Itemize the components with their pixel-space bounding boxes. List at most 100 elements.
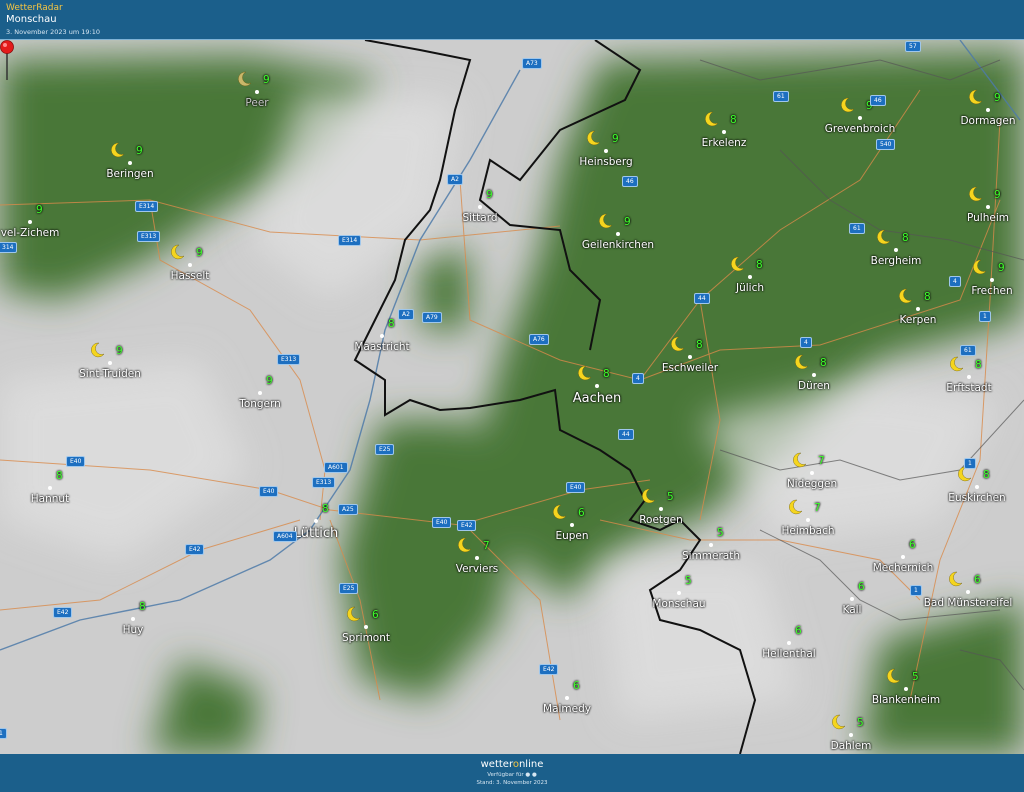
availability-text: Verfügbar für [487,772,524,778]
road-badge-a604: A604 [273,531,297,542]
city-name: Blankenheim [871,694,941,706]
logo-prefix: wetter [480,759,513,770]
city-name: Hellenthal [762,648,816,660]
road-badge-e42a: E42 [457,520,477,531]
city-temperature: 8 [924,291,931,303]
city-name: Sprimont [342,632,390,644]
city-temperature: 7 [814,502,821,514]
city-temperature: 6 [974,574,981,586]
availability-line: Verfügbar für ● ● [0,772,1024,778]
city-name: Heimbach [781,525,835,537]
road-badge-r4b: 4 [800,337,812,348]
city-marker [258,391,262,395]
city-temperature: 9 [612,133,619,145]
city-name: Aachen [572,391,622,406]
road-badge-a601: A601 [324,462,348,473]
brand-title: WetterRadar [6,3,63,13]
city-name: Mechernich [872,562,934,574]
road-badge-e314a: E314 [135,201,159,212]
road-badge-e313c: E313 [312,477,336,488]
city-marker [787,641,791,645]
road-badge-e40d: E40 [432,517,452,528]
city-name: Dormagen [960,115,1016,127]
crescent-moon-icon [949,571,963,587]
city-marker [806,518,810,522]
crescent-moon-icon [731,256,745,272]
crescent-moon-icon [238,71,252,87]
city-temperature: 9 [998,262,1005,274]
city-marker [916,307,920,311]
city-marker [314,519,318,523]
road-badge-r540: 540 [876,139,896,150]
city-name: Sittard [462,212,498,224]
city-name: Huy [122,624,144,636]
city-marker [850,597,854,601]
city-name: Roetgen [639,514,683,526]
road-badge-e314b: E314 [338,235,362,246]
city-name: Verviers [455,563,499,575]
road-badge-r61b: 61 [849,223,865,234]
city-name: Monschau [652,598,706,610]
road-badge-r61c: 61 [960,345,976,356]
city-marker [904,687,908,691]
city-temperature: 9 [486,189,493,201]
crescent-moon-icon [587,130,601,146]
crescent-moon-icon [887,668,901,684]
wetteronline-logo[interactable]: wetteronline [0,759,1024,770]
city-marker [894,248,898,252]
stand-line: Stand: 3. November 2023 [476,780,548,786]
city-name: Lüttich [293,526,339,541]
road-badge-r1b: 1 [964,458,976,469]
radar-map[interactable]: Beringen 9 Peer 9 vel-Zichem 9 Hasselt 9 Sint-Tr… [0,40,1024,754]
apple-icon: ● [525,772,531,778]
city-temperature: 8 [975,359,982,371]
location-pin-icon[interactable] [0,40,14,82]
city-name: Hannut [30,493,70,505]
city-name: Düren [798,380,830,392]
city-name: Erkelenz [701,137,747,149]
road-badge-e40a: E40 [66,456,86,467]
city-marker [709,543,713,547]
city-marker [677,591,681,595]
city-temperature: 8 [756,259,763,271]
crescent-moon-icon [950,356,964,372]
city-temperature: 6 [573,680,580,692]
map-background [0,40,1024,754]
logo-suffix: nline [518,759,544,770]
city-temperature: 8 [603,368,610,380]
road-badge-a57: 57 [905,41,921,52]
road-badge-r46b: 46 [622,176,638,187]
city-temperature: 8 [322,503,329,515]
crescent-moon-icon [458,537,472,553]
location-title: Monschau [6,14,57,25]
city-marker [595,384,599,388]
city-temperature: 7 [818,455,825,467]
city-name: Bergheim [870,255,922,267]
road-badge-r4c: 4 [632,373,644,384]
road-badge-a79: A79 [422,312,442,323]
crescent-moon-icon [599,213,613,229]
city-temperature: 9 [994,92,1001,104]
city-temperature: 5 [717,527,724,539]
crescent-moon-icon [899,288,913,304]
crescent-moon-icon [347,606,361,622]
city-temperature: 9 [116,345,123,357]
crescent-moon-icon [91,342,105,358]
city-marker [966,590,970,594]
city-temperature: 5 [912,671,919,683]
city-name: Frechen [971,285,1013,297]
city-marker [131,617,135,621]
road-badge-e40c: E40 [566,482,586,493]
city-name: Maastricht [354,341,410,353]
crescent-moon-icon [642,488,656,504]
crescent-moon-icon [671,336,685,352]
city-marker [255,90,259,94]
road-badge-a2: A2 [447,174,463,185]
city-marker [188,263,192,267]
city-name: Pulheim [967,212,1009,224]
city-temperature: 8 [820,357,827,369]
city-name: Dahlem [830,740,872,752]
city-temperature: 5 [667,491,674,503]
city-temperature: 8 [388,318,395,330]
road-badge-e42c: E42 [53,607,73,618]
